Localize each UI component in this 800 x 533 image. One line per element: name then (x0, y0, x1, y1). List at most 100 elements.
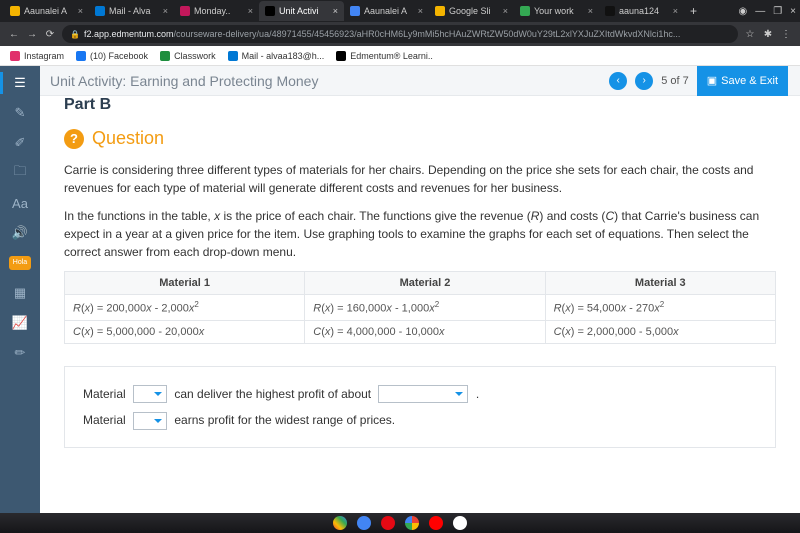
address-bar[interactable]: 🔒 f2.app.edmentum.com/courseware-deliver… (62, 25, 738, 43)
audio-icon[interactable]: 🔊 (9, 222, 31, 244)
tab-title: Your work (534, 6, 584, 16)
browser-toolbar: ← → ⟳ 🔒 f2.app.edmentum.com/courseware-d… (0, 22, 800, 46)
close-icon[interactable]: × (333, 6, 338, 16)
browser-tab-active[interactable]: Unit Activi× (259, 1, 344, 21)
close-icon[interactable]: × (78, 6, 83, 16)
menu-icon[interactable]: ⋮ (780, 29, 792, 40)
profit-dropdown[interactable] (378, 385, 468, 403)
bookmark-favicon (336, 51, 346, 61)
highlight-icon[interactable]: ✐ (9, 132, 31, 154)
youtube-icon[interactable] (429, 516, 443, 530)
edit-icon[interactable]: ✎ (9, 102, 31, 124)
tab-title: Aaunalei A (24, 6, 74, 16)
browser-tab[interactable]: Google Sli × (429, 1, 514, 21)
bookmark-label: Instagram (24, 51, 64, 61)
bookmark-label: (10) Facebook (90, 51, 148, 61)
bookmark-favicon (160, 51, 170, 61)
bookmark-item[interactable]: Instagram (10, 51, 64, 61)
next-button[interactable]: › (635, 72, 653, 90)
tab-title: Mail - Alva (109, 6, 159, 16)
activity-title: Unit Activity: Earning and Protecting Mo… (50, 73, 318, 89)
dictionary-icon[interactable]: Aa (9, 192, 31, 214)
answer-panel: Material can deliver the highest profit … (64, 366, 776, 449)
answer-line-2: Material earns profit for the widest ran… (83, 407, 757, 433)
new-tab-button[interactable]: + (684, 4, 703, 18)
close-icon[interactable]: × (673, 6, 678, 16)
bookmark-favicon (76, 51, 86, 61)
draw-icon[interactable]: ✏ (9, 342, 31, 364)
folder-icon[interactable]: 🗀 (9, 162, 31, 184)
bookmark-item[interactable]: Classwork (160, 51, 216, 61)
bookmark-item[interactable]: Mail - alvaa183@h... (228, 51, 325, 61)
back-icon[interactable]: ← (8, 29, 20, 40)
activity-content: Part B ? Question Carrie is considering … (40, 96, 800, 513)
save-icon: ▣ (707, 74, 717, 87)
lock-icon: 🔒 (70, 30, 80, 39)
tab-favicon (180, 6, 190, 16)
browser-tab[interactable]: aauna124 × (599, 1, 684, 21)
materials-table: Material 1 Material 2 Material 3 R(x) = … (64, 271, 776, 344)
material-dropdown-1[interactable] (133, 385, 167, 403)
calculator-icon[interactable]: ▦ (9, 282, 31, 304)
play-store-icon[interactable] (453, 516, 467, 530)
reload-icon[interactable]: ⟳ (44, 29, 56, 40)
forward-icon[interactable]: → (26, 29, 38, 40)
close-icon[interactable]: × (418, 6, 423, 16)
close-icon[interactable]: × (503, 6, 508, 16)
netflix-icon[interactable] (381, 516, 395, 530)
tab-favicon (435, 6, 445, 16)
list-icon[interactable]: ☰ (9, 72, 31, 94)
bookmark-star-icon[interactable]: ☆ (744, 29, 756, 40)
bookmark-label: Classwork (174, 51, 216, 61)
bookmark-item[interactable]: Edmentum® Learni.. (336, 51, 433, 61)
tab-title: Aaunalei A (364, 6, 414, 16)
activity-header: Unit Activity: Earning and Protecting Mo… (0, 66, 800, 96)
question-header: ? Question (64, 128, 776, 149)
tab-favicon (605, 6, 615, 16)
browser-tab[interactable]: Aaunalei A × (344, 1, 429, 21)
docs-icon[interactable] (357, 516, 371, 530)
extension-icon[interactable]: ✱ (762, 29, 774, 40)
gmail-icon[interactable] (333, 516, 347, 530)
browser-tab[interactable]: Your work × (514, 1, 599, 21)
browser-tab[interactable]: Mail - Alva × (89, 1, 174, 21)
stop-media-icon[interactable]: ◉ (738, 6, 747, 17)
tab-favicon (95, 6, 105, 16)
cell: R(x) = 200,000x - 2,000x2 (65, 295, 305, 321)
save-exit-button[interactable]: ▣ Save & Exit (697, 66, 788, 96)
window-close-icon[interactable]: × (790, 6, 796, 17)
tab-title: Google Sli (449, 6, 499, 16)
chrome-icon[interactable] (405, 516, 419, 530)
graph-icon[interactable]: 📈 (9, 312, 31, 334)
prev-button[interactable]: ‹ (609, 72, 627, 90)
question-paragraph-2: In the functions in the table, x is the … (64, 207, 776, 261)
tab-title: aauna124 (619, 6, 669, 16)
url-path: /courseware-delivery/ua/48971455/4545692… (174, 29, 681, 39)
cell: R(x) = 160,000x - 1,000x2 (305, 295, 545, 321)
url-host: f2.app.edmentum.com (84, 29, 174, 39)
close-icon[interactable]: × (248, 6, 253, 16)
cell: C(x) = 4,000,000 - 10,000x (305, 320, 545, 343)
close-icon[interactable]: × (163, 6, 168, 16)
question-label: Question (92, 128, 164, 149)
material-dropdown-2[interactable] (133, 412, 167, 430)
browser-tab[interactable]: Aaunalei A × (4, 1, 89, 21)
minimize-icon[interactable]: — (755, 6, 765, 17)
col-material-2: Material 2 (305, 272, 545, 295)
translate-icon[interactable]: Hola (9, 252, 31, 274)
tab-favicon (520, 6, 530, 16)
browser-tab[interactable]: Monday..× (174, 1, 259, 21)
page-position: 5 of 7 (661, 75, 689, 87)
tab-favicon (265, 6, 275, 16)
bookmark-label: Mail - alvaa183@h... (242, 51, 325, 61)
col-material-1: Material 1 (65, 272, 305, 295)
maximize-icon[interactable]: ❐ (773, 6, 782, 17)
bookmark-item[interactable]: (10) Facebook (76, 51, 148, 61)
save-exit-label: Save & Exit (721, 75, 778, 87)
tab-favicon (350, 6, 360, 16)
var-c: C (605, 209, 614, 223)
tab-favicon (10, 6, 20, 16)
browser-tab-strip: Aaunalei A × Mail - Alva × Monday..× Unit … (0, 0, 800, 22)
bookmark-label: Edmentum® Learni.. (350, 51, 433, 61)
close-icon[interactable]: × (588, 6, 593, 16)
